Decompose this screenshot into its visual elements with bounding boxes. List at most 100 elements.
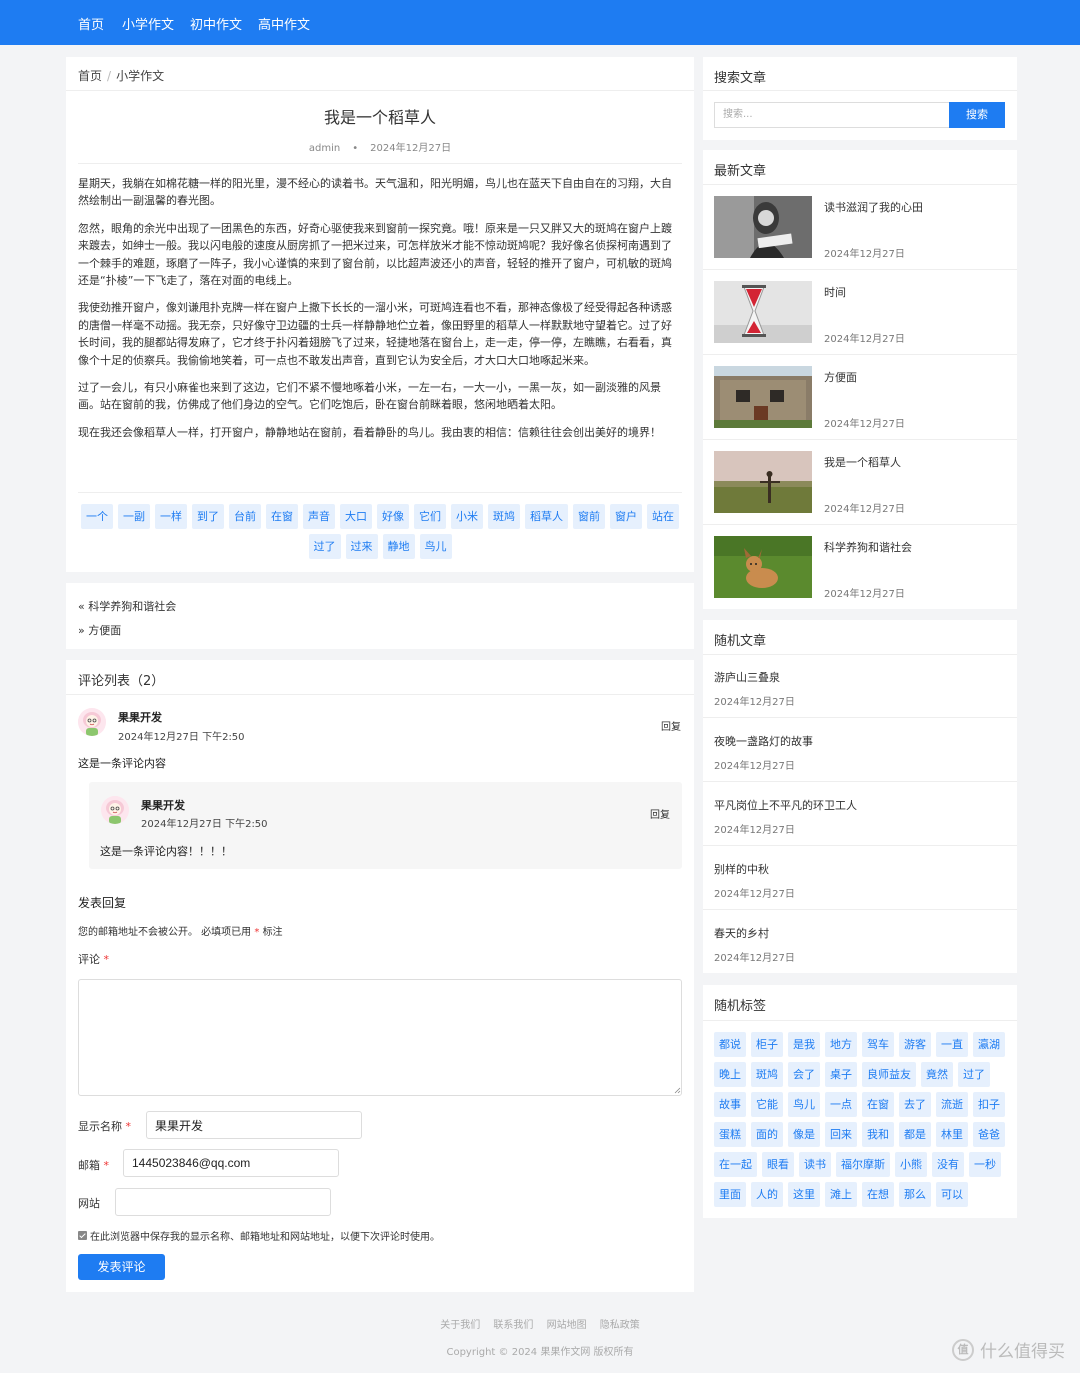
post-thumbnail[interactable]: [714, 281, 812, 343]
post-title[interactable]: 我是一个稻草人: [824, 454, 901, 470]
nav-home[interactable]: 首页: [78, 14, 104, 33]
cloud-tag[interactable]: 像是: [788, 1122, 820, 1147]
nav-junior-essay[interactable]: 初中作文: [190, 14, 242, 33]
cloud-tag[interactable]: 林里: [936, 1122, 968, 1147]
cloud-tag[interactable]: 面的: [751, 1122, 783, 1147]
cloud-tag[interactable]: 那么: [899, 1182, 931, 1207]
article-tag[interactable]: 稻草人: [525, 504, 568, 529]
article-tag[interactable]: 静地: [382, 534, 415, 559]
comment-author[interactable]: 果果开发: [141, 797, 185, 813]
cloud-tag[interactable]: 小熊: [895, 1152, 927, 1177]
cloud-tag[interactable]: 滩上: [825, 1182, 857, 1207]
random-post-title[interactable]: 平凡岗位上不平凡的环卫工人: [714, 797, 857, 813]
footer-link-privacy[interactable]: 隐私政策: [595, 1320, 645, 1331]
cloud-tag[interactable]: 良师益友: [862, 1062, 916, 1087]
cookie-checkbox[interactable]: [78, 1231, 87, 1240]
post-thumbnail[interactable]: [714, 366, 812, 428]
random-post-title[interactable]: 夜晚一盏路灯的故事: [714, 733, 813, 749]
cloud-tag[interactable]: 竟然: [921, 1062, 953, 1087]
cloud-tag[interactable]: 晚上: [714, 1062, 746, 1087]
cloud-tag[interactable]: 这里: [788, 1182, 820, 1207]
article-tag[interactable]: 一副: [118, 504, 150, 529]
article-tag[interactable]: 小米: [451, 504, 483, 529]
cloud-tag[interactable]: 游客: [899, 1032, 931, 1057]
article-tag[interactable]: 窗前: [573, 504, 605, 529]
footer-link-text[interactable]: 网站地图: [547, 1320, 587, 1331]
cloud-tag[interactable]: 我和: [862, 1122, 894, 1147]
random-post-title[interactable]: 游庐山三叠泉: [714, 669, 780, 685]
cloud-tag[interactable]: 福尔摩斯: [836, 1152, 890, 1177]
cloud-tag[interactable]: 一直: [936, 1032, 968, 1057]
article-tag[interactable]: 过来: [345, 534, 378, 559]
article-tag[interactable]: 窗户: [610, 504, 642, 529]
next-post-link[interactable]: » 方便面: [78, 622, 121, 638]
latest-post-item[interactable]: 读书滋润了我的心田 2024年12月27日: [703, 185, 1017, 270]
cloud-tag[interactable]: 柜子: [751, 1032, 783, 1057]
cloud-tag[interactable]: 去了: [899, 1092, 931, 1117]
article-tag[interactable]: 好像: [377, 504, 409, 529]
footer-link-text[interactable]: 关于我们: [440, 1320, 480, 1331]
latest-post-item[interactable]: 我是一个稻草人 2024年12月27日: [703, 440, 1017, 525]
random-post-title[interactable]: 别样的中秋: [714, 861, 769, 877]
cloud-tag[interactable]: 它能: [751, 1092, 783, 1117]
cloud-tag[interactable]: 是我: [788, 1032, 820, 1057]
article-tag[interactable]: 它们: [414, 504, 446, 529]
post-title[interactable]: 读书滋润了我的心田: [824, 199, 923, 215]
post-title[interactable]: 时间: [824, 284, 846, 300]
cloud-tag[interactable]: 鸟儿: [788, 1092, 820, 1117]
cloud-tag[interactable]: 眼看: [762, 1152, 794, 1177]
cloud-tag[interactable]: 在想: [862, 1182, 894, 1207]
cloud-tag[interactable]: 扣子: [973, 1092, 1005, 1117]
cloud-tag[interactable]: 斑鸠: [751, 1062, 783, 1087]
cloud-tag[interactable]: 瀛湖: [973, 1032, 1005, 1057]
nav-primary-essay[interactable]: 小学作文: [122, 14, 174, 33]
cloud-tag[interactable]: 没有: [932, 1152, 964, 1177]
email-input[interactable]: [123, 1149, 339, 1177]
cloud-tag[interactable]: 爸爸: [973, 1122, 1005, 1147]
comment-textarea[interactable]: [78, 979, 682, 1096]
cloud-tag[interactable]: 读书: [799, 1152, 831, 1177]
article-tag[interactable]: 到了: [192, 504, 224, 529]
resize-handle-icon[interactable]: [674, 1087, 681, 1094]
article-tag[interactable]: 大口: [340, 504, 372, 529]
post-title[interactable]: 科学养狗和谐社会: [824, 539, 912, 555]
article-tag[interactable]: 站在: [647, 504, 679, 529]
cloud-tag[interactable]: 人的: [751, 1182, 783, 1207]
search-input[interactable]: 搜索...: [714, 102, 950, 128]
cloud-tag[interactable]: 一秒: [969, 1152, 1001, 1177]
cloud-tag[interactable]: 流逝: [936, 1092, 968, 1117]
nav-senior-essay[interactable]: 高中作文: [258, 14, 310, 33]
cloud-tag[interactable]: 地方: [825, 1032, 857, 1057]
article-tag[interactable]: 声音: [303, 504, 335, 529]
comment-author[interactable]: 果果开发: [118, 709, 162, 725]
cloud-tag[interactable]: 桌子: [825, 1062, 857, 1087]
cloud-tag[interactable]: 里面: [714, 1182, 746, 1207]
footer-link-sitemap[interactable]: 网站地图: [542, 1320, 592, 1331]
cloud-tag[interactable]: 在窗: [862, 1092, 894, 1117]
cloud-tag[interactable]: 回来: [825, 1122, 857, 1147]
article-tag[interactable]: 鸟儿: [419, 534, 452, 559]
article-tag[interactable]: 在窗: [266, 504, 298, 529]
article-tag[interactable]: 斑鸠: [488, 504, 520, 529]
submit-comment-button[interactable]: 发表评论: [78, 1254, 165, 1280]
article-tag[interactable]: 一样: [155, 504, 187, 529]
post-thumbnail[interactable]: [714, 196, 812, 258]
article-tag[interactable]: 台前: [229, 504, 261, 529]
reply-button[interactable]: 回复: [650, 806, 670, 821]
name-input[interactable]: [146, 1111, 362, 1139]
article-tag[interactable]: 过了: [308, 534, 341, 559]
latest-post-item[interactable]: 科学养狗和谐社会 2024年12月27日: [703, 525, 1017, 610]
cloud-tag[interactable]: 会了: [788, 1062, 820, 1087]
cloud-tag[interactable]: 可以: [936, 1182, 968, 1207]
cloud-tag[interactable]: 在一起: [714, 1152, 757, 1177]
breadcrumb-home[interactable]: 首页: [78, 69, 102, 83]
cloud-tag[interactable]: 驾车: [862, 1032, 894, 1057]
article-tag[interactable]: 一个: [81, 504, 113, 529]
random-post-title[interactable]: 春天的乡村: [714, 925, 769, 941]
reply-button[interactable]: 回复: [661, 718, 681, 733]
footer-link-about[interactable]: 关于我们: [435, 1320, 485, 1331]
cloud-tag[interactable]: 都是: [899, 1122, 931, 1147]
post-thumbnail[interactable]: [714, 451, 812, 513]
prev-post-link[interactable]: « 科学养狗和谐社会: [78, 598, 176, 614]
footer-link-contact[interactable]: 联系我们: [488, 1320, 538, 1331]
